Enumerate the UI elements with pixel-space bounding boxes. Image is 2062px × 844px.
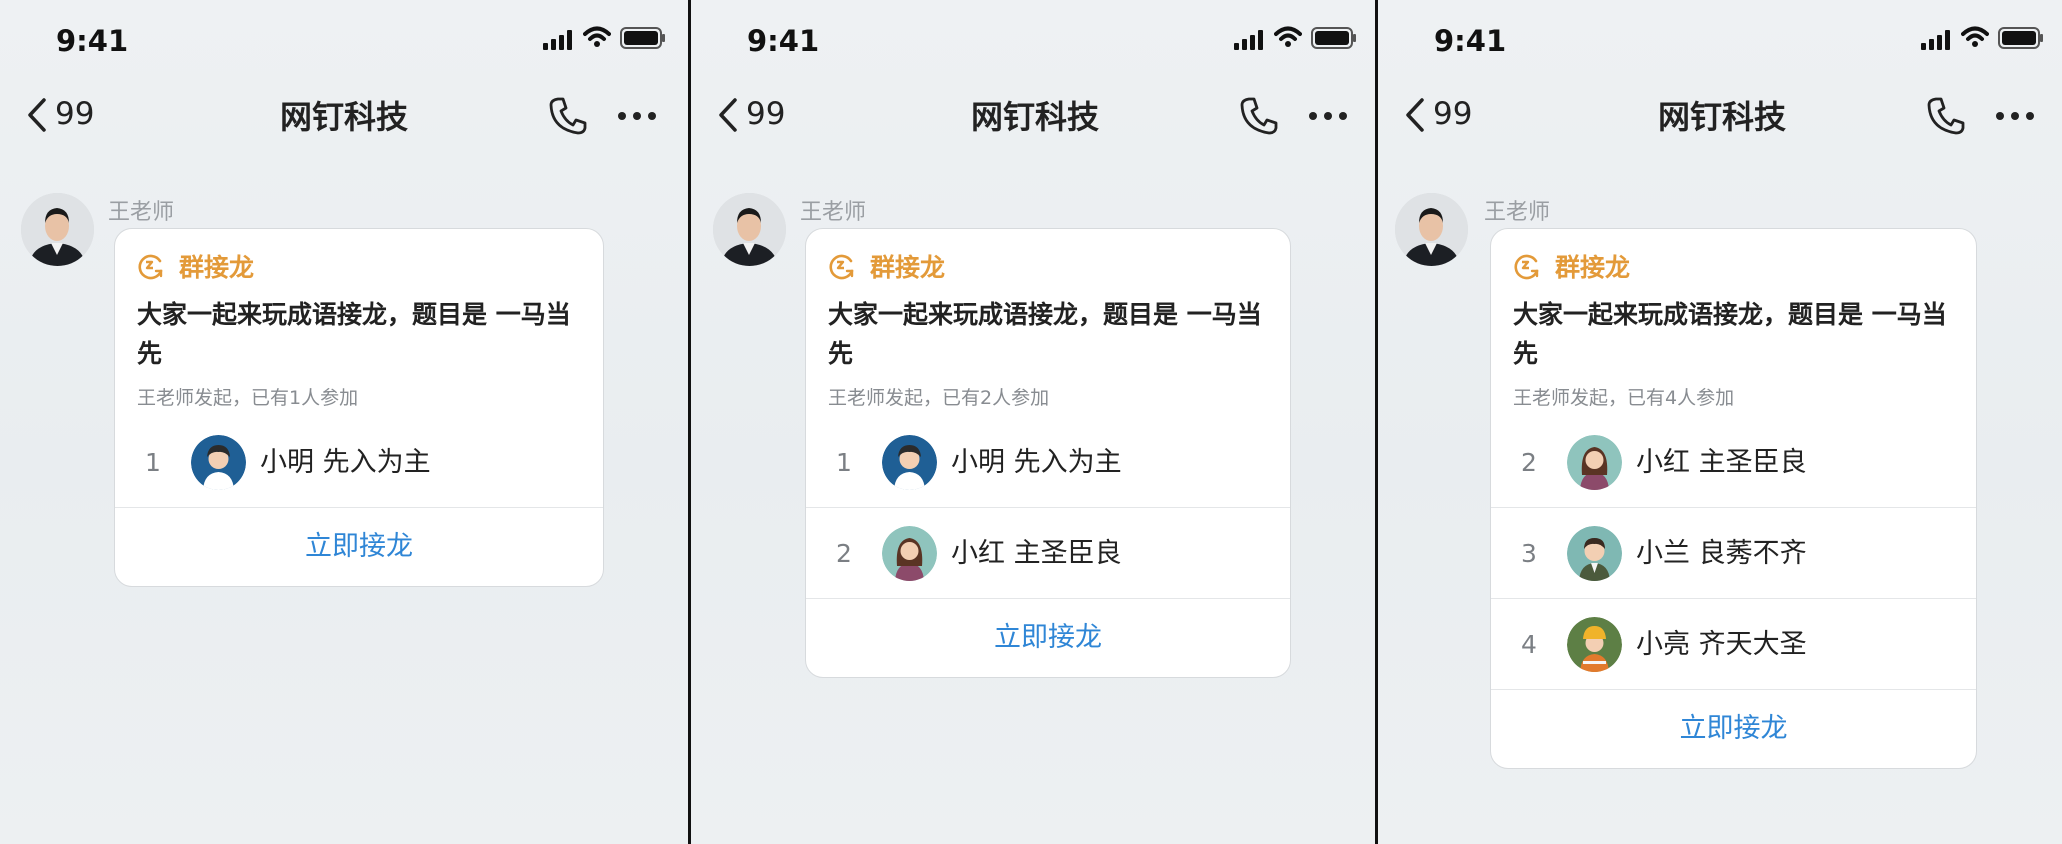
card-subtitle: 王老师发起，已有1人参加 (137, 387, 359, 409)
relay-icon (1514, 254, 1539, 280)
entry-text: 小明 先入为主 (260, 447, 431, 478)
card-tag: 群接龙 (870, 253, 946, 282)
wifi-icon (583, 26, 611, 47)
phone-call-icon[interactable] (548, 96, 588, 136)
phone-call-icon[interactable] (1926, 96, 1966, 136)
card-tag: 群接龙 (1555, 253, 1631, 282)
entry-number: 2 (836, 539, 852, 568)
join-relay-button[interactable]: 立即接龙 (115, 508, 603, 586)
sender-avatar[interactable] (1395, 193, 1468, 266)
status-time: 9:41 (747, 24, 820, 58)
more-options-icon[interactable] (616, 110, 658, 122)
entry-number: 2 (1521, 448, 1537, 477)
boy-avatar-icon (191, 435, 246, 490)
card-subtitle: 王老师发起，已有4人参加 (1513, 387, 1735, 409)
more-options-icon[interactable] (1994, 110, 2036, 122)
battery-icon (1998, 27, 2043, 49)
signal-icon (1234, 30, 1263, 50)
phone-call-icon[interactable] (1239, 96, 1279, 136)
relay-entry: 1 小明 先入为主 (115, 417, 603, 508)
card-title: 大家一起来玩成语接龙，题目是 一马当先 (828, 300, 1262, 368)
card-title: 大家一起来玩成语接龙，题目是 一马当先 (1513, 300, 1947, 368)
battery-icon (1311, 27, 1356, 49)
wifi-icon (1274, 26, 1302, 47)
sender-name: 王老师 (1484, 200, 1551, 225)
entry-text: 小兰 良莠不齐 (1636, 538, 1807, 569)
sender-name: 王老师 (108, 200, 175, 225)
worker-avatar-icon (1567, 617, 1622, 672)
relay-entry: 2 小红 主圣臣良 (806, 508, 1290, 599)
card-subtitle: 王老师发起，已有2人参加 (828, 387, 1050, 409)
girl-avatar-icon (1567, 435, 1622, 490)
relay-icon (829, 254, 854, 280)
join-relay-button[interactable]: 立即接龙 (806, 599, 1290, 677)
relay-entry: 1 小明 先入为主 (806, 417, 1290, 508)
man-avatar-icon (1567, 526, 1622, 581)
relay-entry: 3 小兰 良莠不齐 (1491, 508, 1976, 599)
boy-avatar-icon (882, 435, 937, 490)
entry-number: 1 (145, 448, 161, 477)
entry-text: 小红 主圣臣良 (1636, 447, 1807, 478)
sender-avatar[interactable] (21, 193, 94, 266)
wifi-icon (1961, 26, 1989, 47)
entry-text: 小明 先入为主 (951, 447, 1122, 478)
group-relay-card[interactable]: 群接龙 大家一起来玩成语接龙，题目是 一马当先 王老师发起，已有2人参加 1 小… (805, 228, 1291, 678)
signal-icon (543, 30, 572, 50)
entry-number: 3 (1521, 539, 1537, 568)
relay-entry: 2 小红 主圣臣良 (1491, 417, 1976, 508)
sender-name: 王老师 (800, 200, 867, 225)
group-relay-card[interactable]: 群接龙 大家一起来玩成语接龙，题目是 一马当先 王老师发起，已有4人参加 2 小… (1490, 228, 1977, 769)
phone-screen-1: 9:41 99 网钉科技 王老师 群接龙 大家一起来玩成语接龙，题目是 一马当先… (0, 0, 688, 844)
card-tag: 群接龙 (179, 253, 255, 282)
relay-icon (138, 254, 163, 280)
signal-icon (1921, 30, 1950, 50)
join-relay-button[interactable]: 立即接龙 (1491, 690, 1976, 768)
sender-avatar[interactable] (713, 193, 786, 266)
entry-number: 4 (1521, 630, 1537, 659)
group-relay-card[interactable]: 群接龙 大家一起来玩成语接龙，题目是 一马当先 王老师发起，已有1人参加 1 小… (114, 228, 604, 587)
relay-entry: 4 小亮 齐天大圣 (1491, 599, 1976, 690)
phone-screen-3: 9:41 99 网钉科技 王老师 群接龙 大家一起来玩成语接龙，题目是 一马当先… (1378, 0, 2062, 844)
entry-number: 1 (836, 448, 852, 477)
girl-avatar-icon (882, 526, 937, 581)
phone-screen-2: 9:41 99 网钉科技 王老师 群接龙 大家一起来玩成语接龙，题目是 一马当先… (691, 0, 1375, 844)
entry-text: 小亮 齐天大圣 (1636, 629, 1807, 660)
status-time: 9:41 (56, 24, 129, 58)
card-title: 大家一起来玩成语接龙，题目是 一马当先 (137, 300, 571, 368)
more-options-icon[interactable] (1307, 110, 1349, 122)
battery-icon (620, 27, 665, 49)
entry-text: 小红 主圣臣良 (951, 538, 1122, 569)
status-time: 9:41 (1434, 24, 1507, 58)
